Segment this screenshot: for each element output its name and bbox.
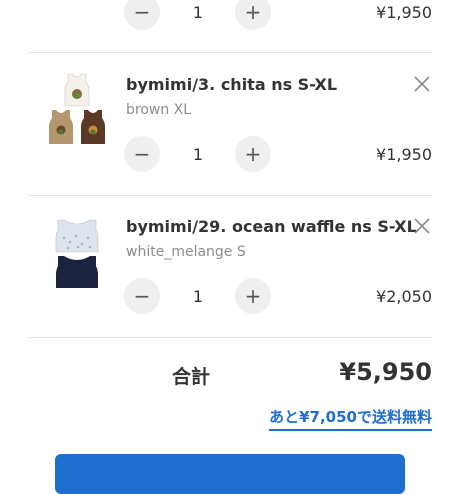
product-title[interactable]: bymimi/3. chita ns S-XL bbox=[126, 75, 337, 94]
increase-quantity-button[interactable]: + bbox=[235, 136, 271, 172]
divider bbox=[28, 52, 432, 53]
product-image[interactable] bbox=[48, 214, 106, 292]
plus-icon: + bbox=[244, 142, 262, 166]
minus-icon: − bbox=[133, 0, 151, 24]
quantity-value: 1 bbox=[192, 145, 204, 164]
product-variant: white_melange S bbox=[126, 244, 246, 260]
total-label: 合計 bbox=[172, 366, 211, 388]
item-price: ¥1,950 bbox=[376, 145, 432, 164]
item-price: ¥1,950 bbox=[376, 3, 432, 22]
increase-quantity-button[interactable]: + bbox=[235, 0, 271, 30]
decrease-quantity-button[interactable]: − bbox=[124, 136, 160, 172]
checkout-button[interactable] bbox=[55, 454, 405, 494]
minus-icon: − bbox=[133, 284, 151, 308]
close-icon[interactable] bbox=[412, 216, 432, 236]
decrease-quantity-button[interactable]: − bbox=[124, 278, 160, 314]
product-image[interactable] bbox=[48, 72, 106, 150]
plus-icon: + bbox=[244, 0, 262, 24]
free-shipping-link[interactable]: あと¥7,050で送料無料 bbox=[269, 406, 432, 431]
product-variant: brown XL bbox=[126, 102, 192, 118]
close-icon[interactable] bbox=[412, 74, 432, 94]
quantity-value: 1 bbox=[192, 287, 204, 306]
minus-icon: − bbox=[133, 142, 151, 166]
divider bbox=[28, 195, 432, 196]
increase-quantity-button[interactable]: + bbox=[235, 278, 271, 314]
divider bbox=[28, 337, 432, 338]
total-value: ¥5,950 bbox=[339, 358, 432, 386]
item-price: ¥2,050 bbox=[376, 287, 432, 306]
plus-icon: + bbox=[244, 284, 262, 308]
quantity-value: 1 bbox=[192, 3, 204, 22]
decrease-quantity-button[interactable]: − bbox=[124, 0, 160, 30]
product-title[interactable]: bymimi/29. ocean waffle ns S-XL bbox=[126, 217, 417, 236]
